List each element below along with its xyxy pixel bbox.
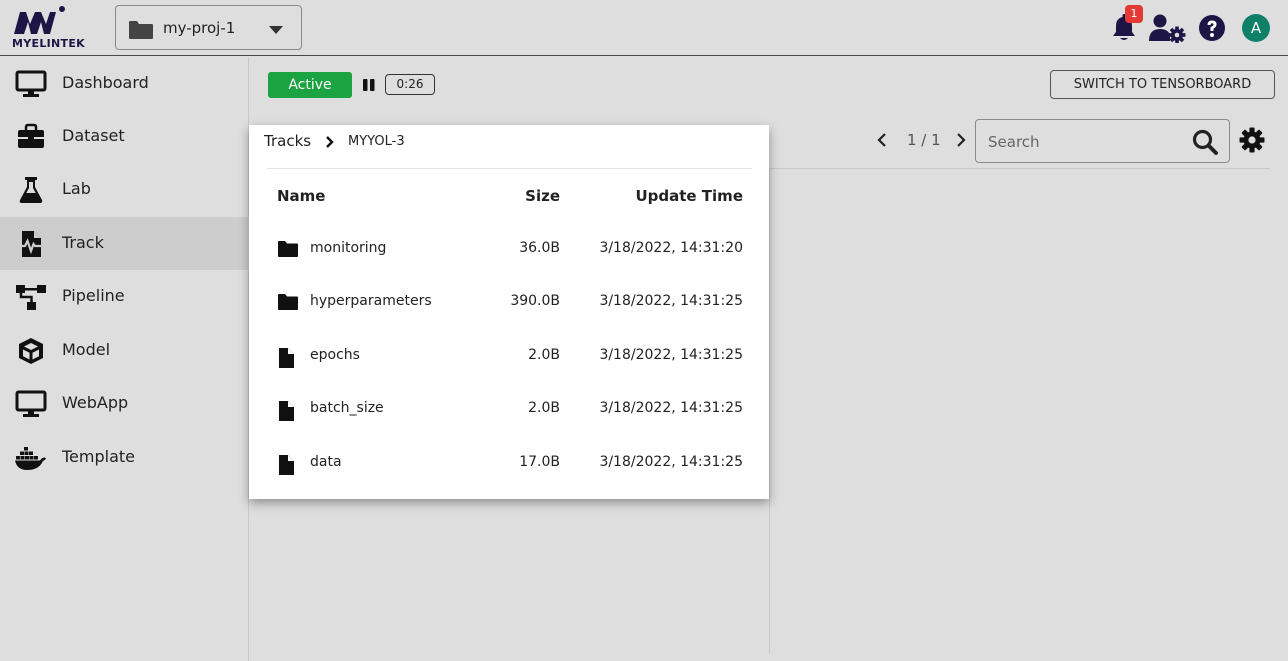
switch-to-tensorboard-button[interactable]: SWITCH TO TENSORBOARD [1050,70,1275,99]
file-size: 36.0B [519,240,560,256]
sidebar-item-label: Track [62,233,104,252]
file-row[interactable]: batch_size 2.0B 3/18/2022, 14:31:25 [249,383,769,436]
monitor-icon [15,390,47,417]
file-row[interactable]: hyperparameters 390.0B 3/18/2022, 14:31:… [249,276,769,329]
file-name: batch_size [310,400,384,416]
file-name: epochs [310,347,360,363]
toolbox-icon [18,123,44,148]
breadcrumb-divider [267,168,752,169]
sidebar-item-label: Pipeline [62,286,125,305]
folder-icon [278,294,298,310]
right-pane-divider [769,168,1270,169]
folder-icon [278,241,298,257]
help-icon[interactable] [1198,14,1226,42]
sidebar-item-dashboard[interactable]: Dashboard [0,57,249,110]
chevron-left-icon[interactable] [874,131,890,149]
project-name: my-proj-1 [163,19,236,37]
column-header-update-time[interactable]: Update Time [635,187,743,205]
sidebar-item-track[interactable]: Track [0,217,249,270]
monitor-icon [15,70,47,97]
pane-vertical-divider [769,168,770,653]
gear-icon[interactable] [1239,127,1265,153]
sidebar-item-label: Dataset [62,126,125,145]
sidebar-item-template[interactable]: Template [0,431,249,484]
sidebar-item-model[interactable]: Model [0,324,249,377]
file-size: 2.0B [528,347,560,363]
file-row[interactable]: monitoring 36.0B 3/18/2022, 14:31:20 [249,223,769,276]
sidebar-item-lab[interactable]: Lab [0,163,249,216]
myelintek-logo[interactable]: MYELINTEK [10,4,100,52]
search-icon[interactable] [1191,128,1219,156]
logo-text: MYELINTEK [12,37,85,50]
column-header-name[interactable]: Name [277,187,325,205]
sidebar: Dashboard Dataset Lab Track Pipeline Mod… [0,57,249,661]
breadcrumb-current: MYYOL-3 [348,134,405,149]
sidebar-item-label: WebApp [62,393,129,412]
sidebar-item-dataset[interactable]: Dataset [0,110,249,163]
user-avatar[interactable]: A [1242,14,1270,42]
user-settings-icon[interactable] [1148,13,1186,43]
pipeline-icon [16,285,46,310]
file-update-time: 3/18/2022, 14:31:25 [599,293,743,309]
chevron-right-icon[interactable] [953,131,969,149]
folder-icon [129,21,153,39]
sidebar-item-label: Model [62,340,111,359]
file-size: 390.0B [510,293,560,309]
file-icon [279,348,294,368]
file-name: monitoring [310,240,387,256]
sidebar-item-label: Lab [62,179,91,198]
file-row[interactable]: epochs 2.0B 3/18/2022, 14:31:25 [249,330,769,383]
pause-icon[interactable] [362,78,376,92]
file-update-time: 3/18/2022, 14:31:25 [599,347,743,363]
sidebar-item-label: Dashboard [62,73,149,92]
page-indicator: 1 / 1 [907,131,941,149]
sidebar-item-label: Template [62,447,136,466]
search-box [975,119,1230,163]
file-name: hyperparameters [310,293,432,309]
file-row[interactable]: data 17.0B 3/18/2022, 14:31:25 [249,437,769,490]
logo-mark-icon [14,6,65,34]
project-selector[interactable]: my-proj-1 [115,5,302,50]
docker-icon [15,447,46,470]
file-update-time: 3/18/2022, 14:31:25 [599,454,743,470]
elapsed-timer: 0:26 [385,74,435,95]
notification-badge: 1 [1125,5,1143,23]
sidebar-item-webapp[interactable]: WebApp [0,377,249,430]
file-update-time: 3/18/2022, 14:31:20 [599,240,743,256]
track-files-popup: Tracks MYYOL-3 Name Size Update Time mon… [249,125,769,499]
sidebar-item-pipeline[interactable]: Pipeline [0,270,249,323]
file-name: data [310,454,342,470]
chevron-right-icon [326,136,334,148]
search-input[interactable] [988,131,1178,153]
file-size: 17.0B [519,454,560,470]
file-icon [279,455,294,475]
file-size: 2.0B [528,400,560,416]
file-update-time: 3/18/2022, 14:31:25 [599,400,743,416]
flask-icon [19,177,43,203]
column-header-size[interactable]: Size [525,187,560,205]
active-status-button[interactable]: Active [268,72,352,98]
file-waveform-icon [19,231,44,257]
breadcrumb-tracks[interactable]: Tracks [264,132,311,150]
chevron-down-icon [269,26,283,34]
file-icon [279,401,294,421]
top-header: MYELINTEK my-proj-1 1 A [0,0,1288,56]
cube-icon [19,338,43,364]
